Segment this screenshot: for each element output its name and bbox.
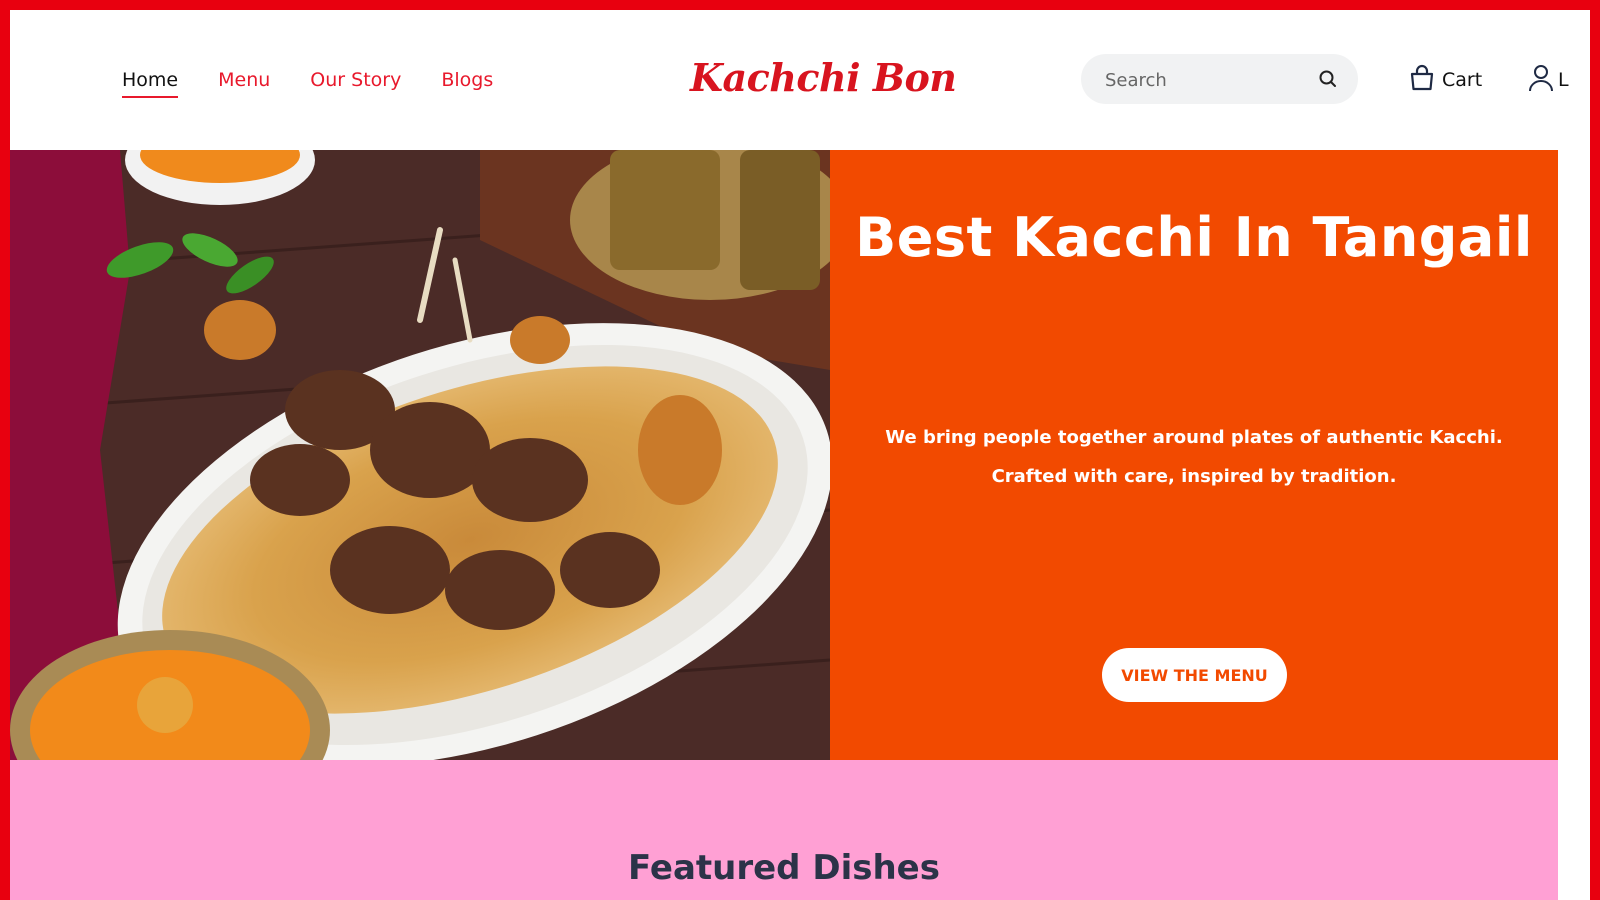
search-box [1081, 54, 1358, 104]
cart-label: Cart [1442, 69, 1483, 91]
hero-panel: Best Kacchi In Tangail We bring people t… [830, 150, 1558, 760]
user-icon [1528, 64, 1554, 96]
search-icon[interactable] [1318, 69, 1338, 93]
nav-item-home[interactable]: Home [122, 68, 179, 98]
site-header: Home Menu Our Story Blogs Kachchi Bon Se… [10, 10, 1590, 150]
hero-dish-image [10, 150, 830, 760]
brand-logo[interactable]: Kachchi Bon [690, 55, 957, 100]
nav-item-our-story[interactable]: Our Story [310, 68, 401, 98]
page: Home Menu Our Story Blogs Kachchi Bon Se… [10, 10, 1590, 900]
featured-section: Featured Dishes [10, 760, 1558, 900]
hero-text-line-2: Crafted with care, inspired by tradition… [991, 466, 1397, 487]
nav-item-blogs[interactable]: Blogs [441, 68, 493, 98]
account-button[interactable]: L [1528, 64, 1569, 96]
page-edge-strip [1558, 150, 1590, 900]
featured-heading: Featured Dishes [628, 848, 940, 888]
account-label: L [1558, 69, 1569, 91]
cart-button[interactable]: Cart [1408, 64, 1482, 96]
search-input[interactable] [1103, 67, 1307, 93]
view-menu-button[interactable]: VIEW THE MENU [1102, 648, 1287, 702]
hero-description: We bring people together around plates o… [830, 418, 1558, 496]
main-nav: Home Menu Our Story Blogs [122, 68, 493, 98]
hero-title: Best Kacchi In Tangail [855, 206, 1533, 269]
nav-item-menu[interactable]: Menu [218, 68, 270, 98]
hero-text-line-1: We bring people together around plates o… [885, 427, 1503, 448]
shopping-bag-icon [1408, 64, 1436, 96]
